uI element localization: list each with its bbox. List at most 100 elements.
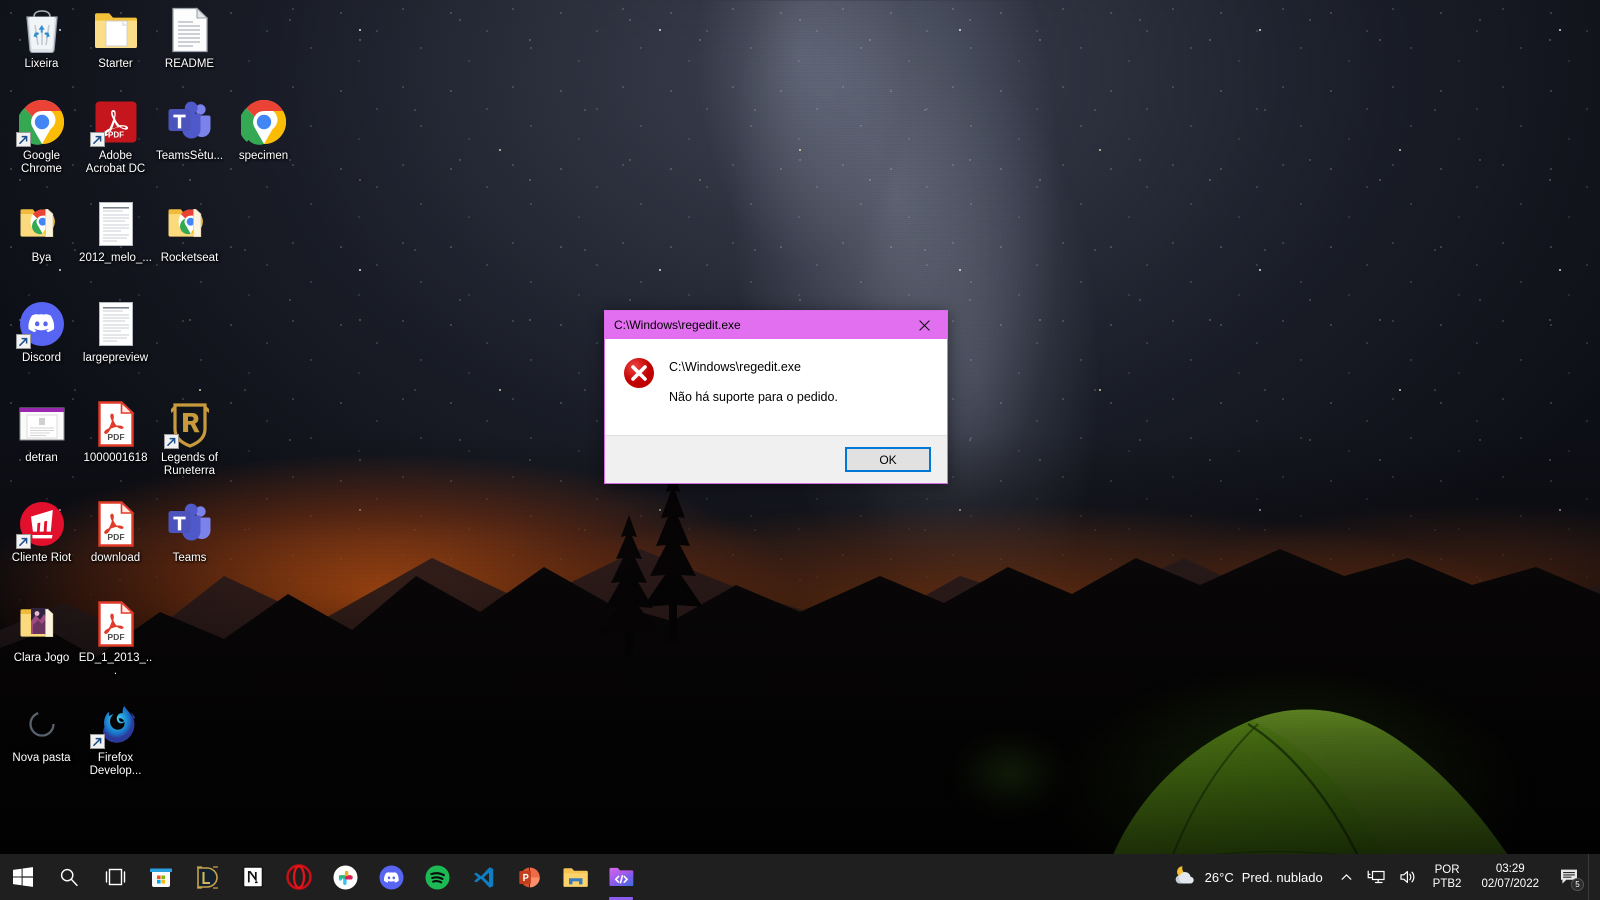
desktop-icon-legends-of-runeterra[interactable]: Legends of Runeterra bbox=[152, 400, 227, 478]
desktop-icon-label: Bya bbox=[31, 252, 52, 264]
speaker-icon[interactable] bbox=[1392, 854, 1424, 900]
desktop-icon-lixeira[interactable]: Lixeira bbox=[4, 6, 79, 71]
desktop-icon-teams[interactable]: Teams bbox=[152, 500, 227, 565]
show-desktop-button[interactable] bbox=[1588, 854, 1596, 900]
pdf-icon: PDF bbox=[92, 600, 140, 648]
desktop-icon-adobe-acrobat-dc[interactable]: PDF Adobe Acrobat DC bbox=[78, 98, 153, 176]
regedit-error-dialog[interactable]: C:\Windows\regedit.exe C:\Windows\regedi… bbox=[604, 310, 948, 484]
desktop-icon-teamssetu[interactable]: TeamsSetu... bbox=[152, 98, 227, 163]
desktop-icon-rocketseat[interactable]: Rocketseat bbox=[152, 200, 227, 265]
desktop-icon-label: Nova pasta bbox=[12, 752, 71, 764]
desktop-icon-nova-pasta[interactable]: Nova pasta bbox=[4, 700, 79, 765]
taskbar-app-discord[interactable] bbox=[368, 854, 414, 900]
desktop-icon-discord[interactable]: Discord bbox=[4, 300, 79, 365]
error-cross-icon bbox=[623, 356, 655, 413]
desktop-icon-ed-1-2013[interactable]: PDF ED_1_2013_... bbox=[78, 600, 153, 678]
desktop-icon-label: README bbox=[164, 58, 215, 70]
desktop-icon-bya[interactable]: Bya bbox=[4, 200, 79, 265]
taskbar-app-microsoft-store[interactable] bbox=[138, 854, 184, 900]
folder-icon bbox=[92, 6, 140, 54]
taskbar[interactable]: 26°C Pred. nublado POR PTB2 03:29 02/07/… bbox=[0, 854, 1600, 900]
riot-games-icon bbox=[15, 500, 66, 549]
desktop-icon-label: Firefox Develop... bbox=[89, 752, 142, 777]
desktop-icon-label: Legends of Runeterra bbox=[161, 452, 218, 477]
dialog-footer: OK bbox=[605, 435, 947, 483]
taskbar-app-code-folder[interactable] bbox=[598, 854, 644, 900]
svg-text:PDF: PDF bbox=[107, 532, 124, 542]
desktop-icon-detran[interactable]: detran bbox=[4, 400, 79, 465]
firefox-developer-icon bbox=[89, 700, 140, 749]
desktop-icon-label: Google Chrome bbox=[21, 150, 62, 175]
dialog-title: C:\Windows\regedit.exe bbox=[614, 318, 741, 332]
taskbar-app-spotify[interactable] bbox=[414, 854, 460, 900]
desktop-icon-label: Cliente Riot bbox=[11, 552, 72, 564]
loading-spinner-icon bbox=[18, 700, 66, 748]
text-document-icon bbox=[166, 6, 214, 54]
task-view-icon[interactable] bbox=[92, 854, 138, 900]
desktop-icon-grid: Lixeira Starter README Google Chrome PDF… bbox=[0, 0, 320, 830]
desktop-icon-label: ED_1_2013_... bbox=[78, 652, 153, 677]
desktop-icon-specimen[interactable]: specimen bbox=[226, 98, 301, 163]
image-folder-icon bbox=[18, 600, 66, 648]
svg-text:PDF: PDF bbox=[108, 131, 124, 140]
action-center-icon[interactable]: 5 bbox=[1550, 854, 1588, 900]
desktop-icon-starter[interactable]: Starter bbox=[78, 6, 153, 71]
close-icon[interactable] bbox=[902, 311, 947, 339]
desktop-icon-google-chrome[interactable]: Google Chrome bbox=[4, 98, 79, 176]
adobe-acrobat-icon: PDF bbox=[89, 98, 140, 147]
desktop-icon-label: TeamsSetu... bbox=[155, 150, 224, 162]
network-monitor-icon[interactable] bbox=[1360, 854, 1392, 900]
svg-text:PDF: PDF bbox=[107, 432, 124, 442]
microsoft-teams-icon bbox=[166, 98, 214, 146]
language-indicator[interactable]: POR PTB2 bbox=[1424, 854, 1471, 900]
taskbar-app-slack[interactable] bbox=[322, 854, 368, 900]
search-icon[interactable] bbox=[46, 854, 92, 900]
dialog-titlebar[interactable]: C:\Windows\regedit.exe bbox=[605, 311, 947, 339]
desktop-icon-label: Adobe Acrobat DC bbox=[85, 150, 146, 175]
weather-condition: Pred. nublado bbox=[1241, 869, 1323, 885]
clock[interactable]: 03:29 02/07/2022 bbox=[1470, 854, 1550, 900]
desktop-icon-firefox-develop[interactable]: Firefox Develop... bbox=[78, 700, 153, 778]
desktop-icon-1000001618[interactable]: PDF 1000001618 bbox=[78, 400, 153, 465]
discord-icon bbox=[15, 300, 66, 349]
chrome-folder-icon bbox=[18, 200, 66, 248]
shortcut-arrow-icon bbox=[15, 334, 31, 349]
desktop-icon-clara-jogo[interactable]: Clara Jogo bbox=[4, 600, 79, 665]
pdf-icon: PDF bbox=[92, 500, 140, 548]
weather-temperature: 26°C bbox=[1204, 869, 1234, 885]
shortcut-arrow-icon bbox=[15, 132, 31, 147]
window-preview-icon bbox=[18, 400, 66, 448]
chevron-up-icon[interactable] bbox=[1333, 854, 1360, 900]
shortcut-arrow-icon bbox=[89, 734, 105, 749]
desktop-icon-download[interactable]: PDF download bbox=[78, 500, 153, 565]
chrome-icon bbox=[15, 98, 66, 147]
taskbar-app-vscode[interactable] bbox=[460, 854, 506, 900]
desktop-icon-label: Lixeira bbox=[24, 58, 59, 70]
desktop-icon-largepreview[interactable]: largepreview bbox=[78, 300, 153, 365]
notification-badge: 5 bbox=[1571, 878, 1584, 891]
clock-date: 02/07/2022 bbox=[1481, 878, 1539, 890]
desktop-icon-label: download bbox=[90, 552, 141, 564]
taskbar-app-powerpoint[interactable] bbox=[506, 854, 552, 900]
partly-cloudy-night-icon bbox=[1171, 864, 1197, 891]
taskbar-app-file-explorer[interactable] bbox=[552, 854, 598, 900]
desktop-icon-label: Starter bbox=[98, 58, 133, 70]
taskbar-app-notion[interactable] bbox=[230, 854, 276, 900]
ok-button[interactable]: OK bbox=[845, 447, 931, 472]
taskbar-app-league-of-legends[interactable] bbox=[184, 854, 230, 900]
desktop-icon-cliente-riot[interactable]: Cliente Riot bbox=[4, 500, 79, 565]
document-preview-icon bbox=[92, 200, 140, 248]
desktop-icon-label: 1000001618 bbox=[83, 452, 148, 464]
chrome-icon bbox=[240, 98, 288, 146]
desktop-icon-label: 2012_melo_... bbox=[79, 252, 152, 264]
windows-start-icon[interactable] bbox=[0, 854, 46, 900]
dialog-message: Não há suporte para o pedido. bbox=[669, 390, 838, 404]
desktop-icon-2012-melo[interactable]: 2012_melo_... bbox=[78, 200, 153, 265]
weather-widget[interactable]: 26°C Pred. nublado bbox=[1157, 854, 1333, 900]
dialog-body: C:\Windows\regedit.exe Não há suporte pa… bbox=[605, 339, 947, 435]
svg-text:PDF: PDF bbox=[107, 632, 124, 642]
system-tray: 26°C Pred. nublado POR PTB2 03:29 02/07/… bbox=[1157, 854, 1600, 900]
desktop-icon-readme[interactable]: README bbox=[152, 6, 227, 71]
taskbar-app-opera[interactable] bbox=[276, 854, 322, 900]
desktop-icon-label: detran bbox=[25, 452, 58, 464]
